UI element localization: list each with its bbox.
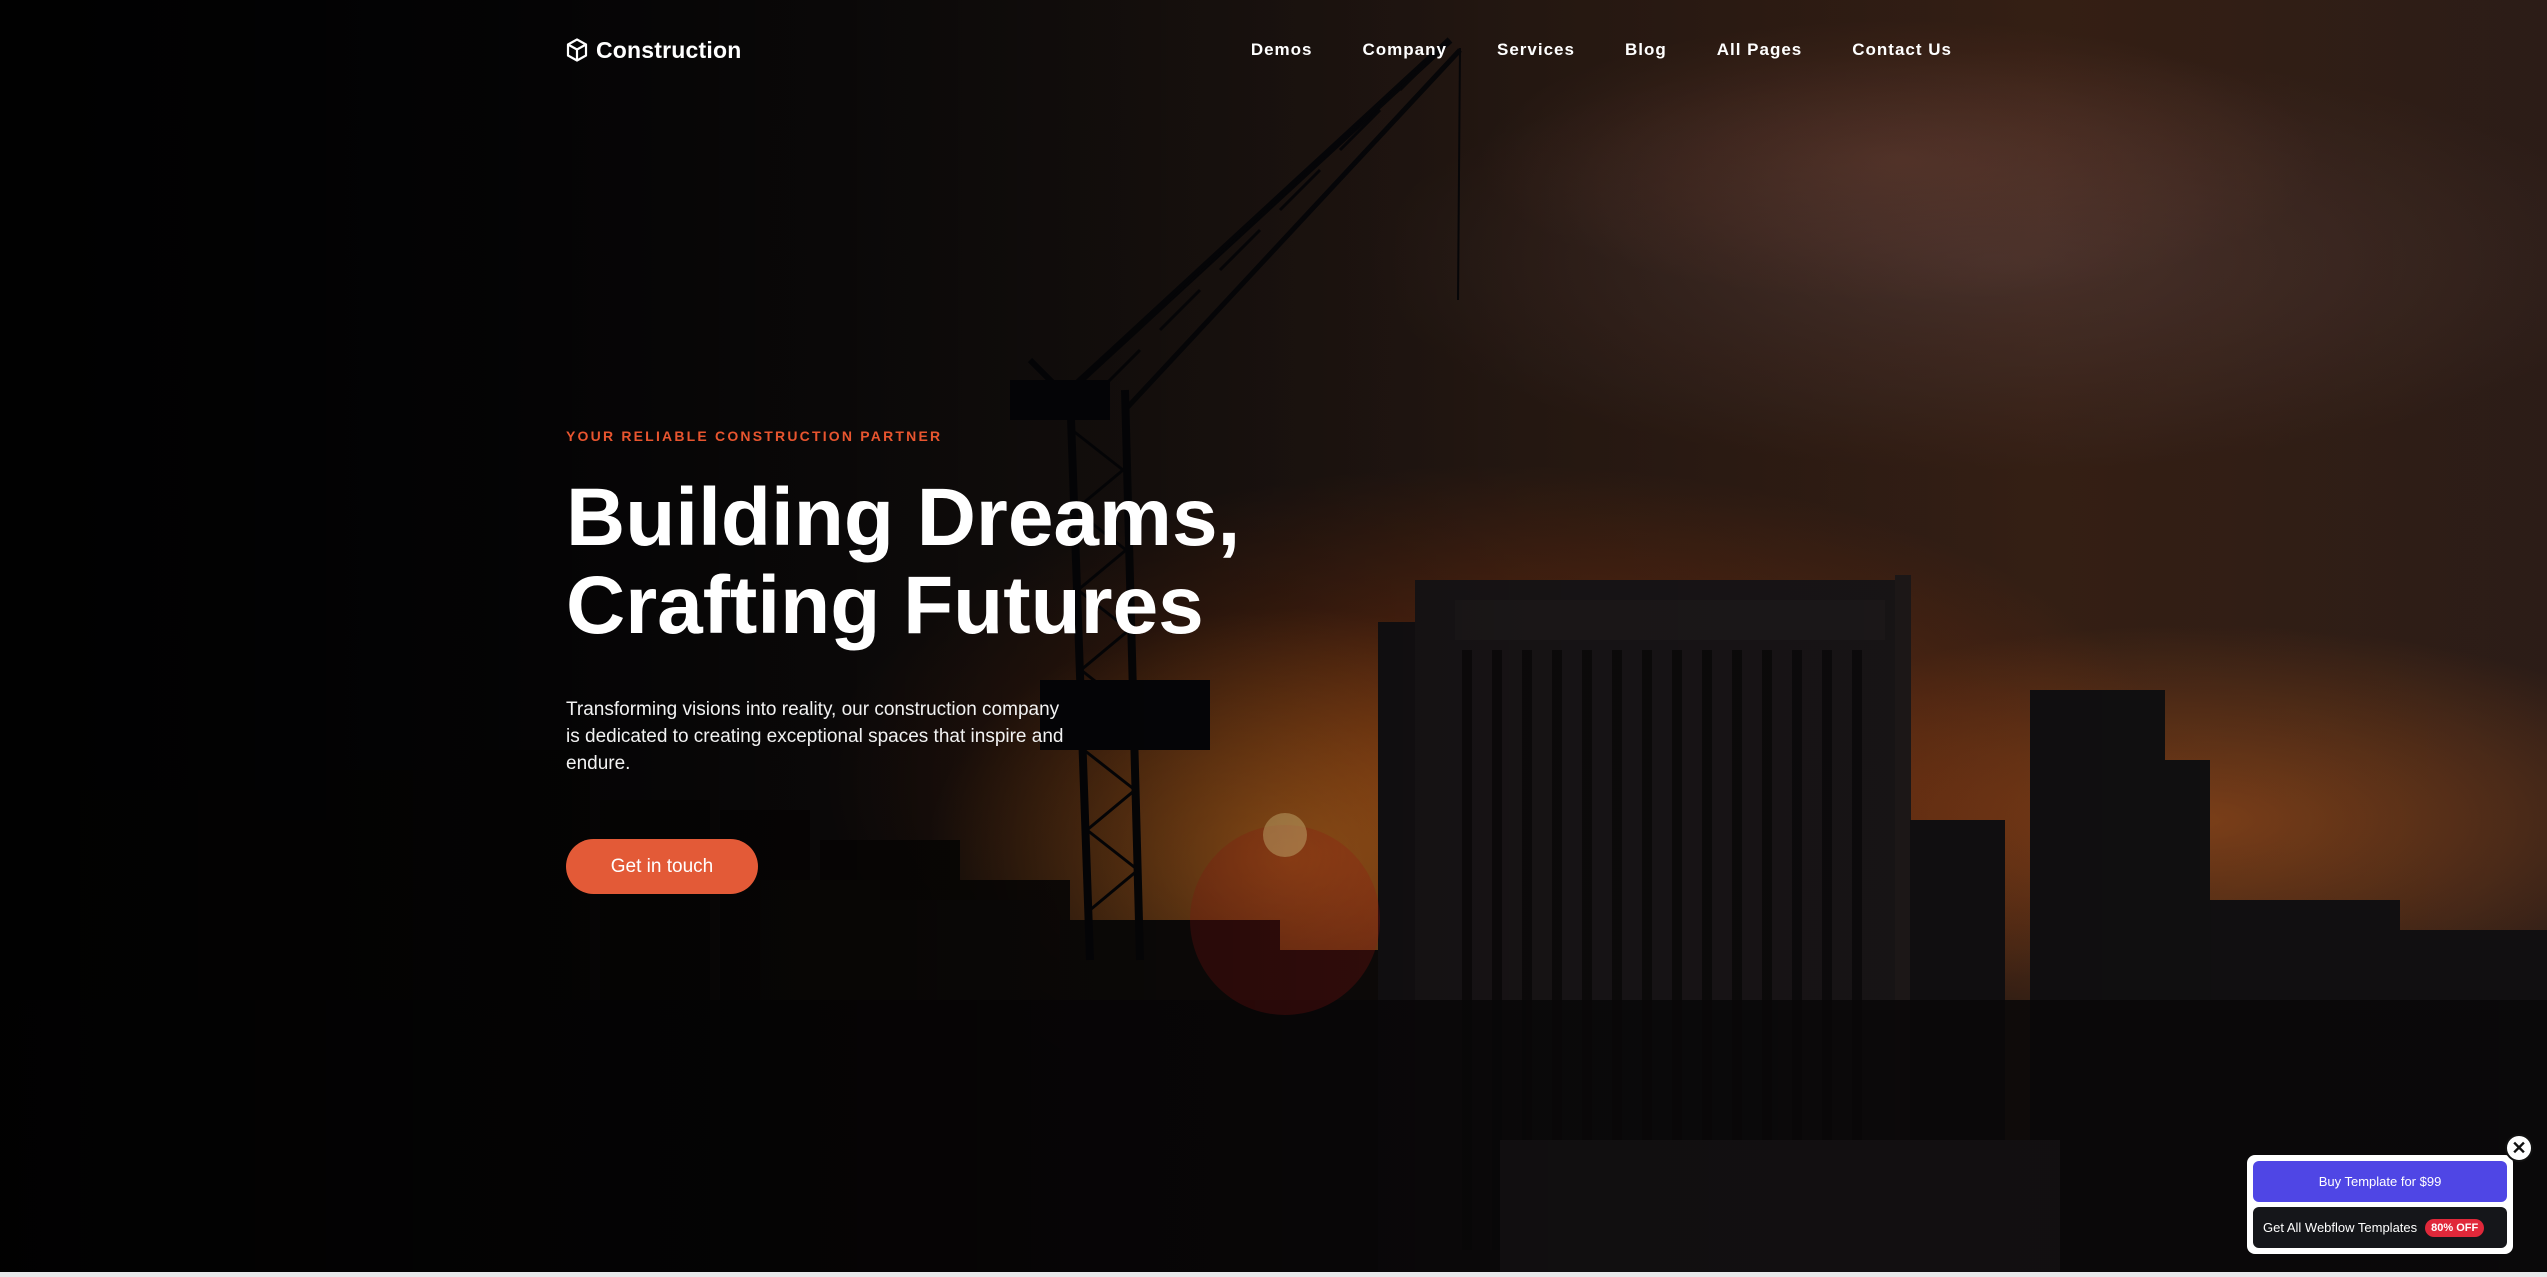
- hero-headline-line-1: Building Dreams,: [566, 472, 1241, 563]
- template-promo-widget: Buy Template for $99 Get All Webflow Tem…: [2247, 1155, 2513, 1254]
- page-bottom-edge: [0, 1272, 2547, 1277]
- close-icon[interactable]: ✕: [2505, 1134, 2533, 1162]
- nav-link-contact-us[interactable]: Contact Us: [1852, 40, 1952, 60]
- page: Construction Demos Company Services Blog…: [0, 0, 2547, 1277]
- nav-link-blog[interactable]: Blog: [1625, 40, 1667, 60]
- nav-link-services[interactable]: Services: [1497, 40, 1575, 60]
- hero-overlay: [0, 0, 2547, 1272]
- get-in-touch-button[interactable]: Get in touch: [566, 839, 758, 894]
- nav-link-all-pages[interactable]: All Pages: [1717, 40, 1803, 60]
- nav-link-demos[interactable]: Demos: [1251, 40, 1313, 60]
- hero-headline-line-2: Crafting Futures: [566, 560, 1204, 651]
- hero-eyebrow: YOUR RELIABLE CONSTRUCTION PARTNER: [566, 428, 943, 444]
- nav-menu: Demos Company Services Blog All Pages Co…: [1251, 40, 1952, 60]
- navbar: Construction Demos Company Services Blog…: [566, 28, 1952, 72]
- hero-section: YOUR RELIABLE CONSTRUCTION PARTNER Build…: [566, 428, 1266, 894]
- cube-icon: [566, 38, 588, 62]
- brand-logo[interactable]: Construction: [566, 37, 742, 64]
- all-templates-button[interactable]: Get All Webflow Templates 80% OFF: [2253, 1207, 2507, 1248]
- hero-headline: Building Dreams, Crafting Futures: [566, 474, 1266, 650]
- buy-template-button[interactable]: Buy Template for $99: [2253, 1161, 2507, 1202]
- discount-badge: 80% OFF: [2425, 1218, 2485, 1237]
- hero-description: Transforming visions into reality, our c…: [566, 699, 1064, 774]
- nav-link-company[interactable]: Company: [1363, 40, 1447, 60]
- all-templates-label: Get All Webflow Templates: [2263, 1220, 2418, 1235]
- brand-name: Construction: [596, 36, 742, 63]
